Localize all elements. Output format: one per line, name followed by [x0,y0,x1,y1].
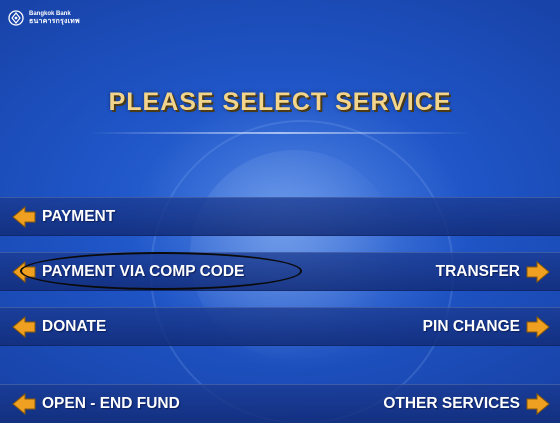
pin-change-label: PIN CHANGE [422,317,520,335]
title-divider [88,132,472,134]
bank-name: Bangkok Bank ธนาคารกรุงเทพ [29,11,80,25]
open-end-fund-button[interactable]: OPEN - END FUND [12,385,180,422]
atm-screen: Bangkok Bank ธนาคารกรุงเทพ PLEASE SELECT… [0,0,560,423]
other-services-label: OTHER SERVICES [383,394,520,412]
left-arrow-icon [12,205,36,228]
selection-highlight-ring [20,252,302,290]
right-arrow-icon [526,260,550,283]
donate-button[interactable]: DONATE [12,308,106,345]
right-arrow-icon [526,392,550,415]
bank-logo: Bangkok Bank ธนาคารกรุงเทพ [8,10,80,26]
open-end-fund-label: OPEN - END FUND [42,394,180,412]
right-arrow-icon [526,315,550,338]
transfer-label: TRANSFER [435,262,520,280]
transfer-button[interactable]: TRANSFER [436,253,550,290]
payment-label: PAYMENT [42,207,116,225]
option-row-4: OPEN - END FUND OTHER SERVICES [0,384,560,423]
donate-label: DONATE [42,317,107,335]
bank-logo-icon [8,10,24,26]
option-row-3: DONATE PIN CHANGE [0,307,560,346]
left-arrow-icon [12,315,36,338]
bank-name-en: Bangkok Bank [29,11,71,17]
payment-button[interactable]: PAYMENT [12,198,115,235]
bank-name-th: ธนาคารกรุงเทพ [29,18,80,25]
pin-change-button[interactable]: PIN CHANGE [423,308,550,345]
option-row-1: PAYMENT [0,197,560,236]
page-title: PLEASE SELECT SERVICE [108,88,452,116]
other-services-button[interactable]: OTHER SERVICES [383,385,550,422]
left-arrow-icon [12,392,36,415]
